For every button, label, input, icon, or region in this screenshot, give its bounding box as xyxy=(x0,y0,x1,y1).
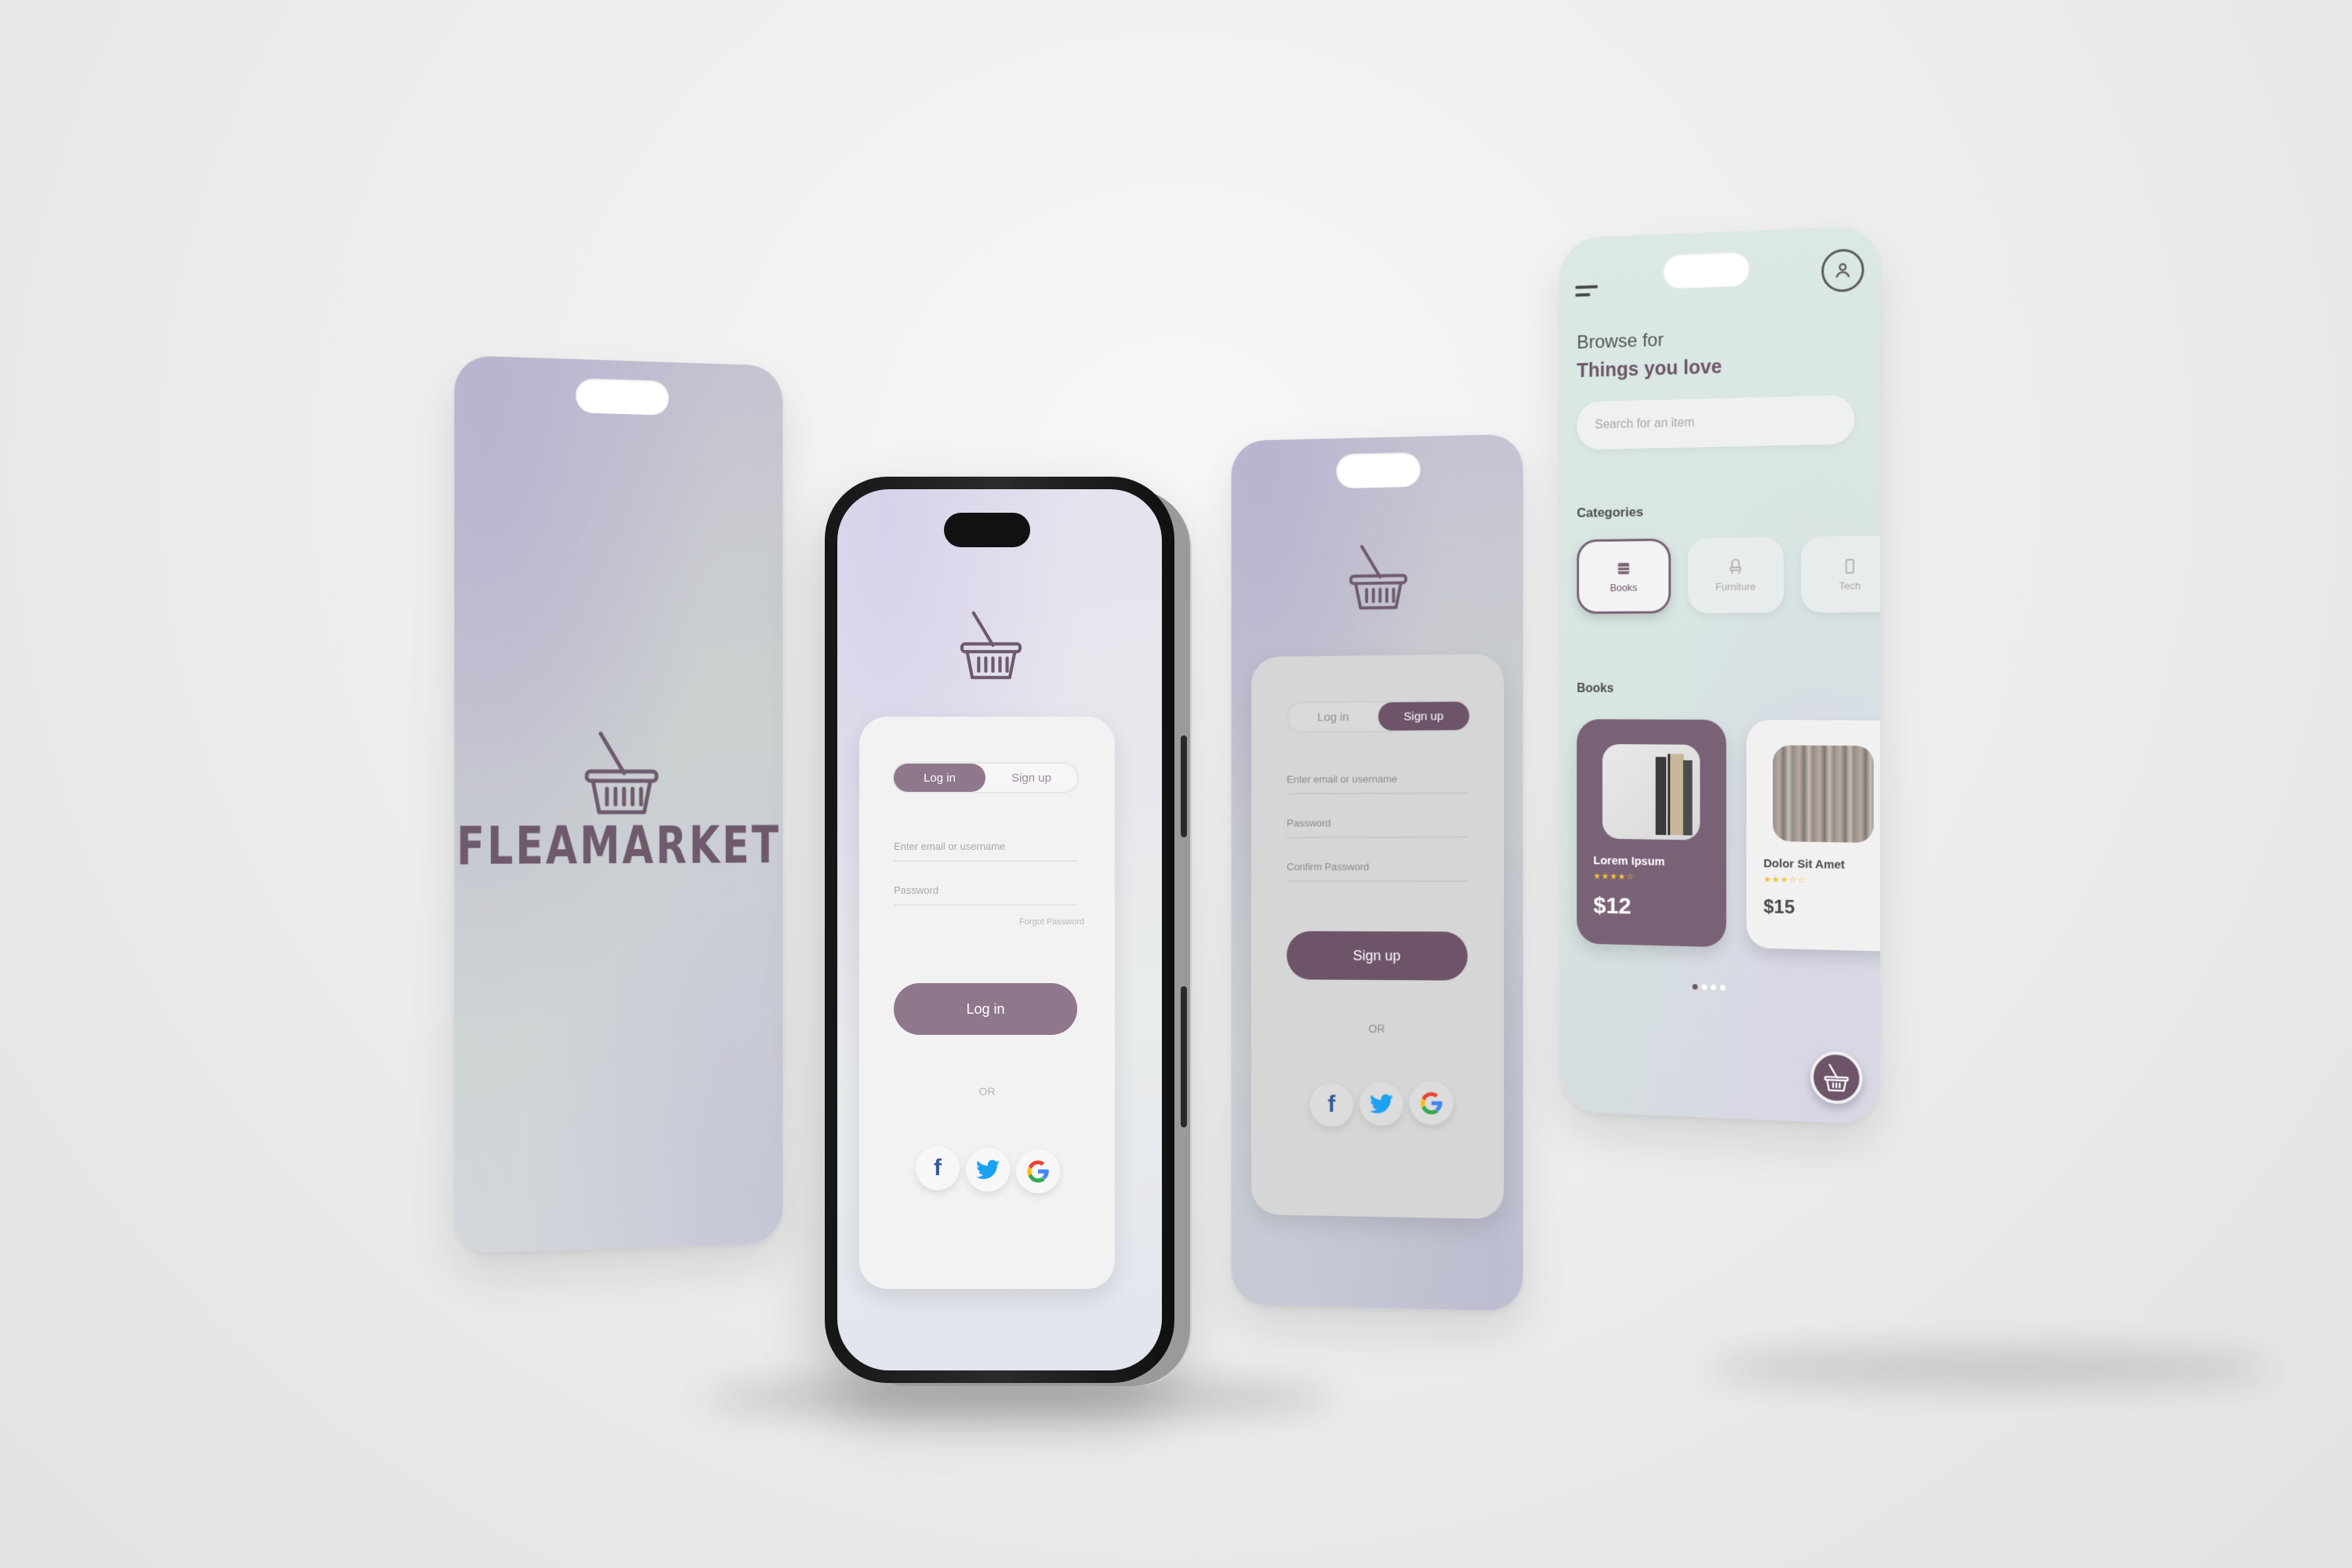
book-card[interactable]: Lorem Ipsum ★★★★☆ $12 xyxy=(1577,719,1726,948)
power-button xyxy=(1181,735,1187,837)
or-divider: OR xyxy=(1368,1022,1385,1036)
login-screen: Log in Sign up Enter email or username P… xyxy=(837,489,1162,1370)
or-divider: OR xyxy=(978,1085,996,1098)
phone-icon xyxy=(1841,557,1858,575)
mockup-stage: FLEAMARKET Log in Sign up Enter email or… xyxy=(0,0,2352,1568)
basket-logo-icon xyxy=(960,611,1022,680)
search-input[interactable]: Search for an item xyxy=(1577,394,1855,450)
facebook-button[interactable]: f xyxy=(1309,1083,1354,1127)
book-title: Lorem Ipsum xyxy=(1593,854,1665,869)
book-title: Dolor Sit Amet xyxy=(1763,856,1846,872)
tab-log-in[interactable]: Log in xyxy=(894,764,985,792)
facebook-icon: f xyxy=(1327,1091,1336,1118)
basket-icon xyxy=(1823,1063,1849,1093)
browse-screen: Browse for Things you love Search for an… xyxy=(1560,225,1880,1125)
twitter-button[interactable] xyxy=(1359,1081,1403,1127)
email-field[interactable]: Enter email or username xyxy=(1287,772,1468,795)
cart-fab-button[interactable] xyxy=(1810,1051,1863,1105)
auth-tab-switch: Log in Sign up xyxy=(892,762,1079,793)
category-label: Tech xyxy=(1838,579,1861,592)
carousel-dot[interactable] xyxy=(1692,984,1698,990)
carousel-dot[interactable] xyxy=(1701,984,1708,990)
book-icon xyxy=(1615,562,1632,575)
menu-icon[interactable] xyxy=(1575,285,1599,302)
chair-icon xyxy=(1727,558,1744,575)
basket-logo-icon xyxy=(1347,537,1410,616)
browse-shadow xyxy=(1709,1348,2274,1388)
dynamic-island xyxy=(1663,251,1750,289)
twitter-button[interactable] xyxy=(966,1148,1010,1192)
facebook-button[interactable]: f xyxy=(916,1146,960,1190)
dynamic-island xyxy=(944,513,1030,547)
book-card[interactable]: Dolor Sit Amet ★★★☆☆ $15 xyxy=(1746,720,1880,952)
dynamic-island xyxy=(575,378,670,416)
confirm-password-field[interactable]: Confirm Password xyxy=(1287,860,1468,883)
book-price: $15 xyxy=(1763,896,1795,919)
volume-button xyxy=(1181,986,1187,1127)
tab-log-in[interactable]: Log in xyxy=(1288,702,1378,731)
login-card: Log in Sign up Enter email or username P… xyxy=(859,717,1115,1289)
book-thumbnail xyxy=(1773,745,1874,844)
password-field[interactable]: Password xyxy=(1287,816,1468,839)
profile-button[interactable] xyxy=(1821,248,1864,293)
splash-screen: FLEAMARKET xyxy=(454,354,783,1254)
phone-frame: Log in Sign up Enter email or username P… xyxy=(825,477,1187,1383)
google-button[interactable] xyxy=(1016,1149,1060,1193)
page-title: Things you love xyxy=(1577,355,1722,383)
tab-sign-up[interactable]: Sign up xyxy=(985,764,1077,792)
twitter-icon xyxy=(1370,1094,1393,1114)
sign-up-button[interactable]: Sign up xyxy=(1287,931,1468,981)
rating-stars: ★★★☆☆ xyxy=(1763,875,1806,886)
phone-shadow xyxy=(706,1380,1333,1416)
signup-screen: Log in Sign up Enter email or username P… xyxy=(1231,434,1523,1312)
category-label: Furniture xyxy=(1715,580,1756,593)
facebook-icon: f xyxy=(934,1155,942,1181)
category-tech[interactable]: Tech xyxy=(1801,535,1880,613)
google-icon xyxy=(1027,1160,1049,1183)
forgot-password-link[interactable]: Forgot Password xyxy=(1019,917,1084,927)
book-price: $12 xyxy=(1593,892,1632,920)
signup-card: Log in Sign up Enter email or username P… xyxy=(1250,654,1504,1220)
brand-wordmark: FLEAMARKET xyxy=(456,817,781,877)
email-field[interactable]: Enter email or username xyxy=(894,840,1077,862)
category-furniture[interactable]: Furniture xyxy=(1687,536,1784,614)
category-books[interactable]: Books xyxy=(1577,538,1671,615)
category-label: Books xyxy=(1610,581,1638,593)
dynamic-island xyxy=(1336,452,1421,489)
carousel-dot[interactable] xyxy=(1719,985,1726,991)
rating-stars: ★★★★☆ xyxy=(1593,872,1635,882)
user-icon xyxy=(1832,260,1853,281)
password-field[interactable]: Password xyxy=(894,884,1077,906)
carousel-indicator xyxy=(1692,984,1726,991)
google-button[interactable] xyxy=(1409,1080,1454,1126)
books-heading: Books xyxy=(1577,681,1614,695)
greeting-text: Browse for xyxy=(1577,329,1664,354)
log-in-button[interactable]: Log in xyxy=(894,983,1077,1035)
google-icon xyxy=(1421,1091,1443,1115)
categories-heading: Categories xyxy=(1577,504,1644,521)
auth-tab-switch: Log in Sign up xyxy=(1287,699,1471,733)
basket-logo-icon xyxy=(582,729,661,817)
book-thumbnail xyxy=(1602,744,1700,840)
carousel-dot[interactable] xyxy=(1711,984,1717,990)
twitter-icon xyxy=(976,1160,1000,1179)
tab-sign-up[interactable]: Sign up xyxy=(1377,701,1469,731)
